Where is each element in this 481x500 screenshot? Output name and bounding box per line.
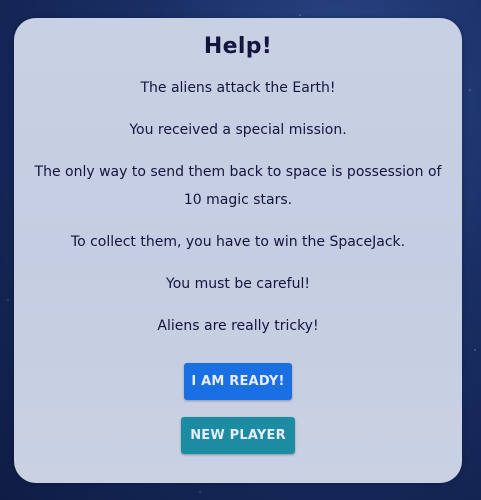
help-paragraph: To collect them, you have to win the Spa…: [70, 234, 406, 250]
help-dialog: Help! The aliens attack the Earth! You r…: [14, 18, 462, 483]
help-paragraph: You received a special mission.: [129, 122, 347, 138]
ready-button[interactable]: I AM READY!: [184, 363, 292, 400]
help-paragraph: The only way to send them back to space …: [34, 164, 442, 208]
help-paragraph: The aliens attack the Earth!: [140, 80, 336, 96]
help-paragraph: You must be careful!: [166, 276, 310, 292]
help-paragraph: Aliens are really tricky!: [157, 318, 319, 334]
new-player-button[interactable]: NEW PLAYER: [181, 417, 295, 454]
help-title: Help!: [203, 34, 273, 59]
